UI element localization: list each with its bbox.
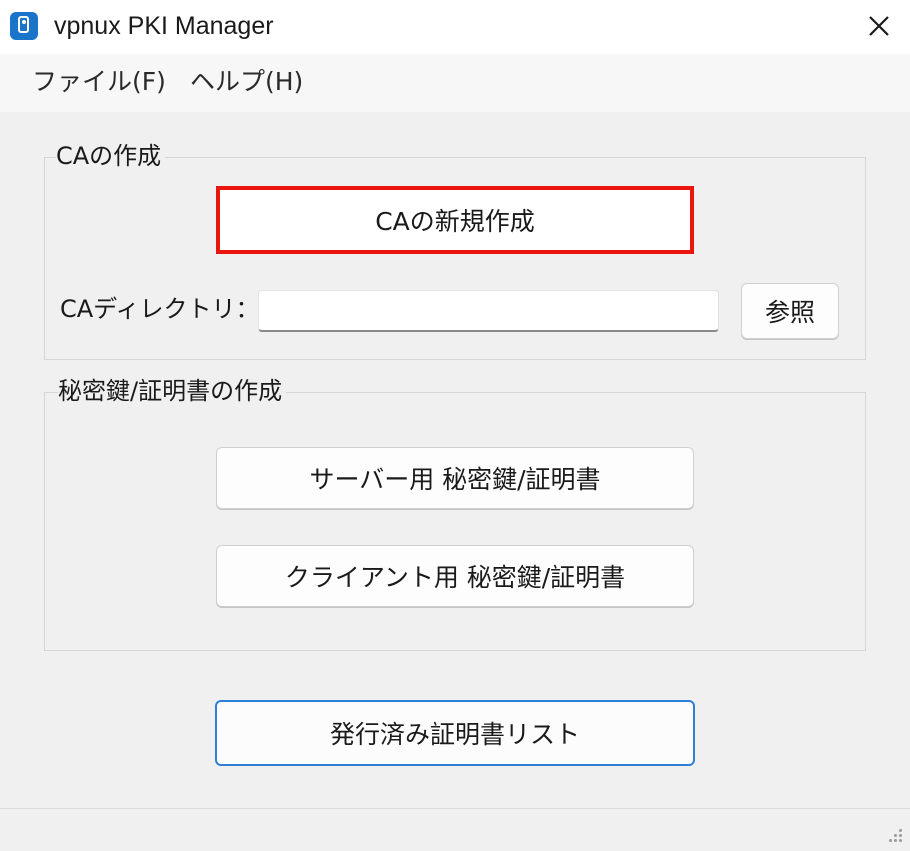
ca-directory-label: CAディレクトリ： [60, 295, 260, 323]
resize-grip-icon[interactable] [884, 826, 904, 846]
ca-create-group-legend: CAの作成 [56, 141, 166, 171]
browse-button[interactable]: 参照 [741, 283, 839, 339]
app-icon [10, 12, 38, 40]
server-key-cert-button[interactable]: サーバー用 秘密鍵/証明書 [216, 447, 694, 509]
close-icon [869, 16, 889, 36]
ca-directory-input[interactable] [258, 290, 719, 332]
key-cert-group-legend: 秘密鍵/証明書の作成 [58, 376, 287, 406]
issued-cert-list-button[interactable]: 発行済み証明書リスト [215, 700, 695, 766]
close-button[interactable] [846, 2, 910, 50]
menu-file[interactable]: ファイル(F) [32, 66, 166, 98]
client-key-cert-button[interactable]: クライアント用 秘密鍵/証明書 [216, 545, 694, 607]
status-bar-divider [0, 808, 910, 809]
new-ca-button[interactable]: CAの新規作成 [216, 186, 694, 254]
menu-help[interactable]: ヘルプ(H) [190, 66, 303, 98]
menu-bar: ファイル(F) ヘルプ(H) [0, 54, 910, 112]
title-bar: vpnux PKI Manager [0, 0, 910, 54]
window-title: vpnux PKI Manager [54, 12, 274, 40]
key-cert-group [44, 392, 866, 651]
